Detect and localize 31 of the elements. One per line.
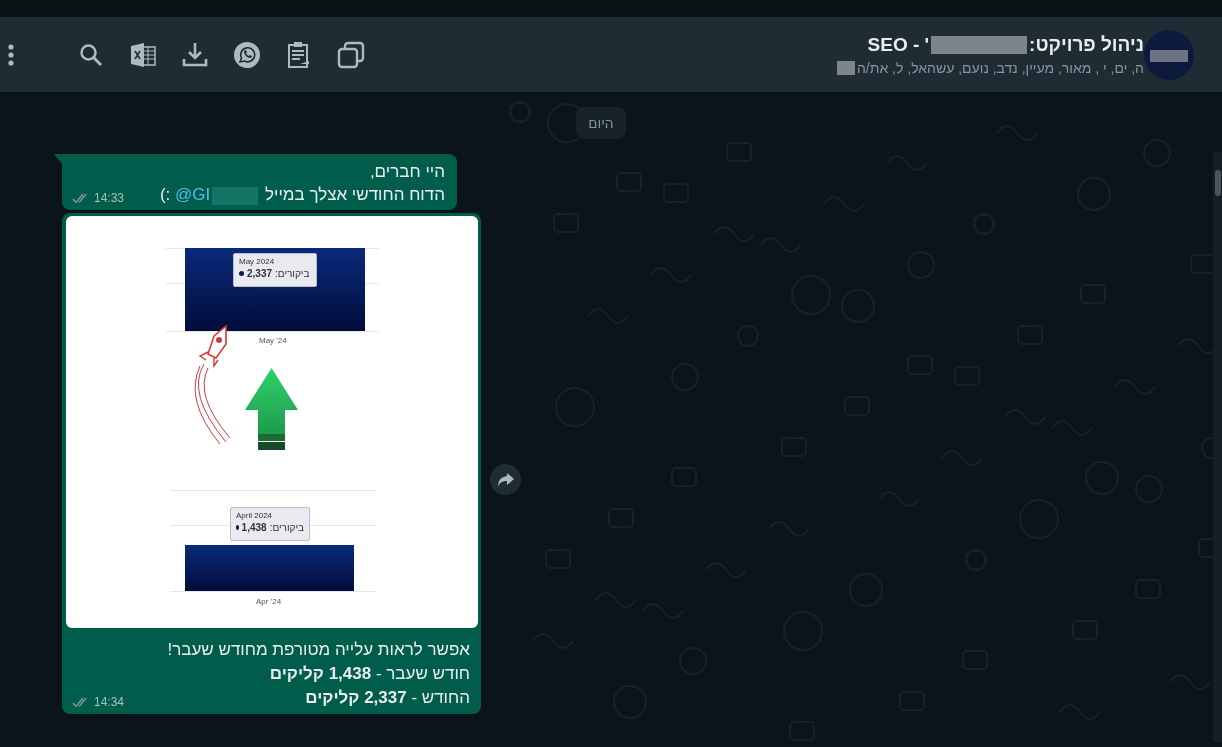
axis-label: May '24 [259, 336, 287, 345]
tooltip-label: ביקורים: [269, 521, 304, 534]
legend-dot [239, 271, 244, 276]
mention-link[interactable]: @GI [175, 185, 211, 204]
chat-title: ניהול פרויקט: [1029, 33, 1144, 56]
up-arrow-icon [245, 368, 298, 450]
tooltip-value: 1,438 [241, 521, 267, 534]
message-time: 14:34 [94, 695, 125, 709]
message-text: חודש שעבר - 1,438 קליקים [268, 663, 470, 685]
redaction-block [836, 60, 855, 75]
chat-title: ' - SEO [867, 33, 930, 56]
chat-phone-icon[interactable] [232, 39, 262, 70]
tooltip-title: May 2024 [239, 257, 276, 267]
redaction-block [212, 186, 259, 205]
tooltip-label: ביקורים: [275, 267, 310, 280]
message-time: 14:33 [94, 191, 125, 205]
tooltip-title: April 2024 [236, 511, 274, 521]
message-text: אפשר לראות עלייה מטורפת מחודש שעבר! [166, 639, 470, 661]
date-chip: היום [576, 107, 626, 139]
forward-button[interactable] [490, 464, 521, 495]
tooltip-value: 2,337 [247, 267, 273, 280]
group-avatar[interactable] [1144, 29, 1194, 80]
message-text: היי חברים, [369, 161, 445, 183]
message-text: החודש - 2,337 קליקים [304, 687, 470, 709]
forward-icon [496, 471, 515, 488]
scrollbar-thumb[interactable] [1215, 170, 1221, 196]
scrollbar[interactable] [1213, 152, 1222, 742]
legend-dot [236, 525, 239, 530]
axis-label: Apr '24 [256, 597, 282, 606]
member-list: ה, ים, י , מאור, מעיין, נדב, נועם, עשהאל, ל, את/ה [856, 59, 1144, 76]
stacked-windows-icon[interactable] [336, 39, 366, 70]
